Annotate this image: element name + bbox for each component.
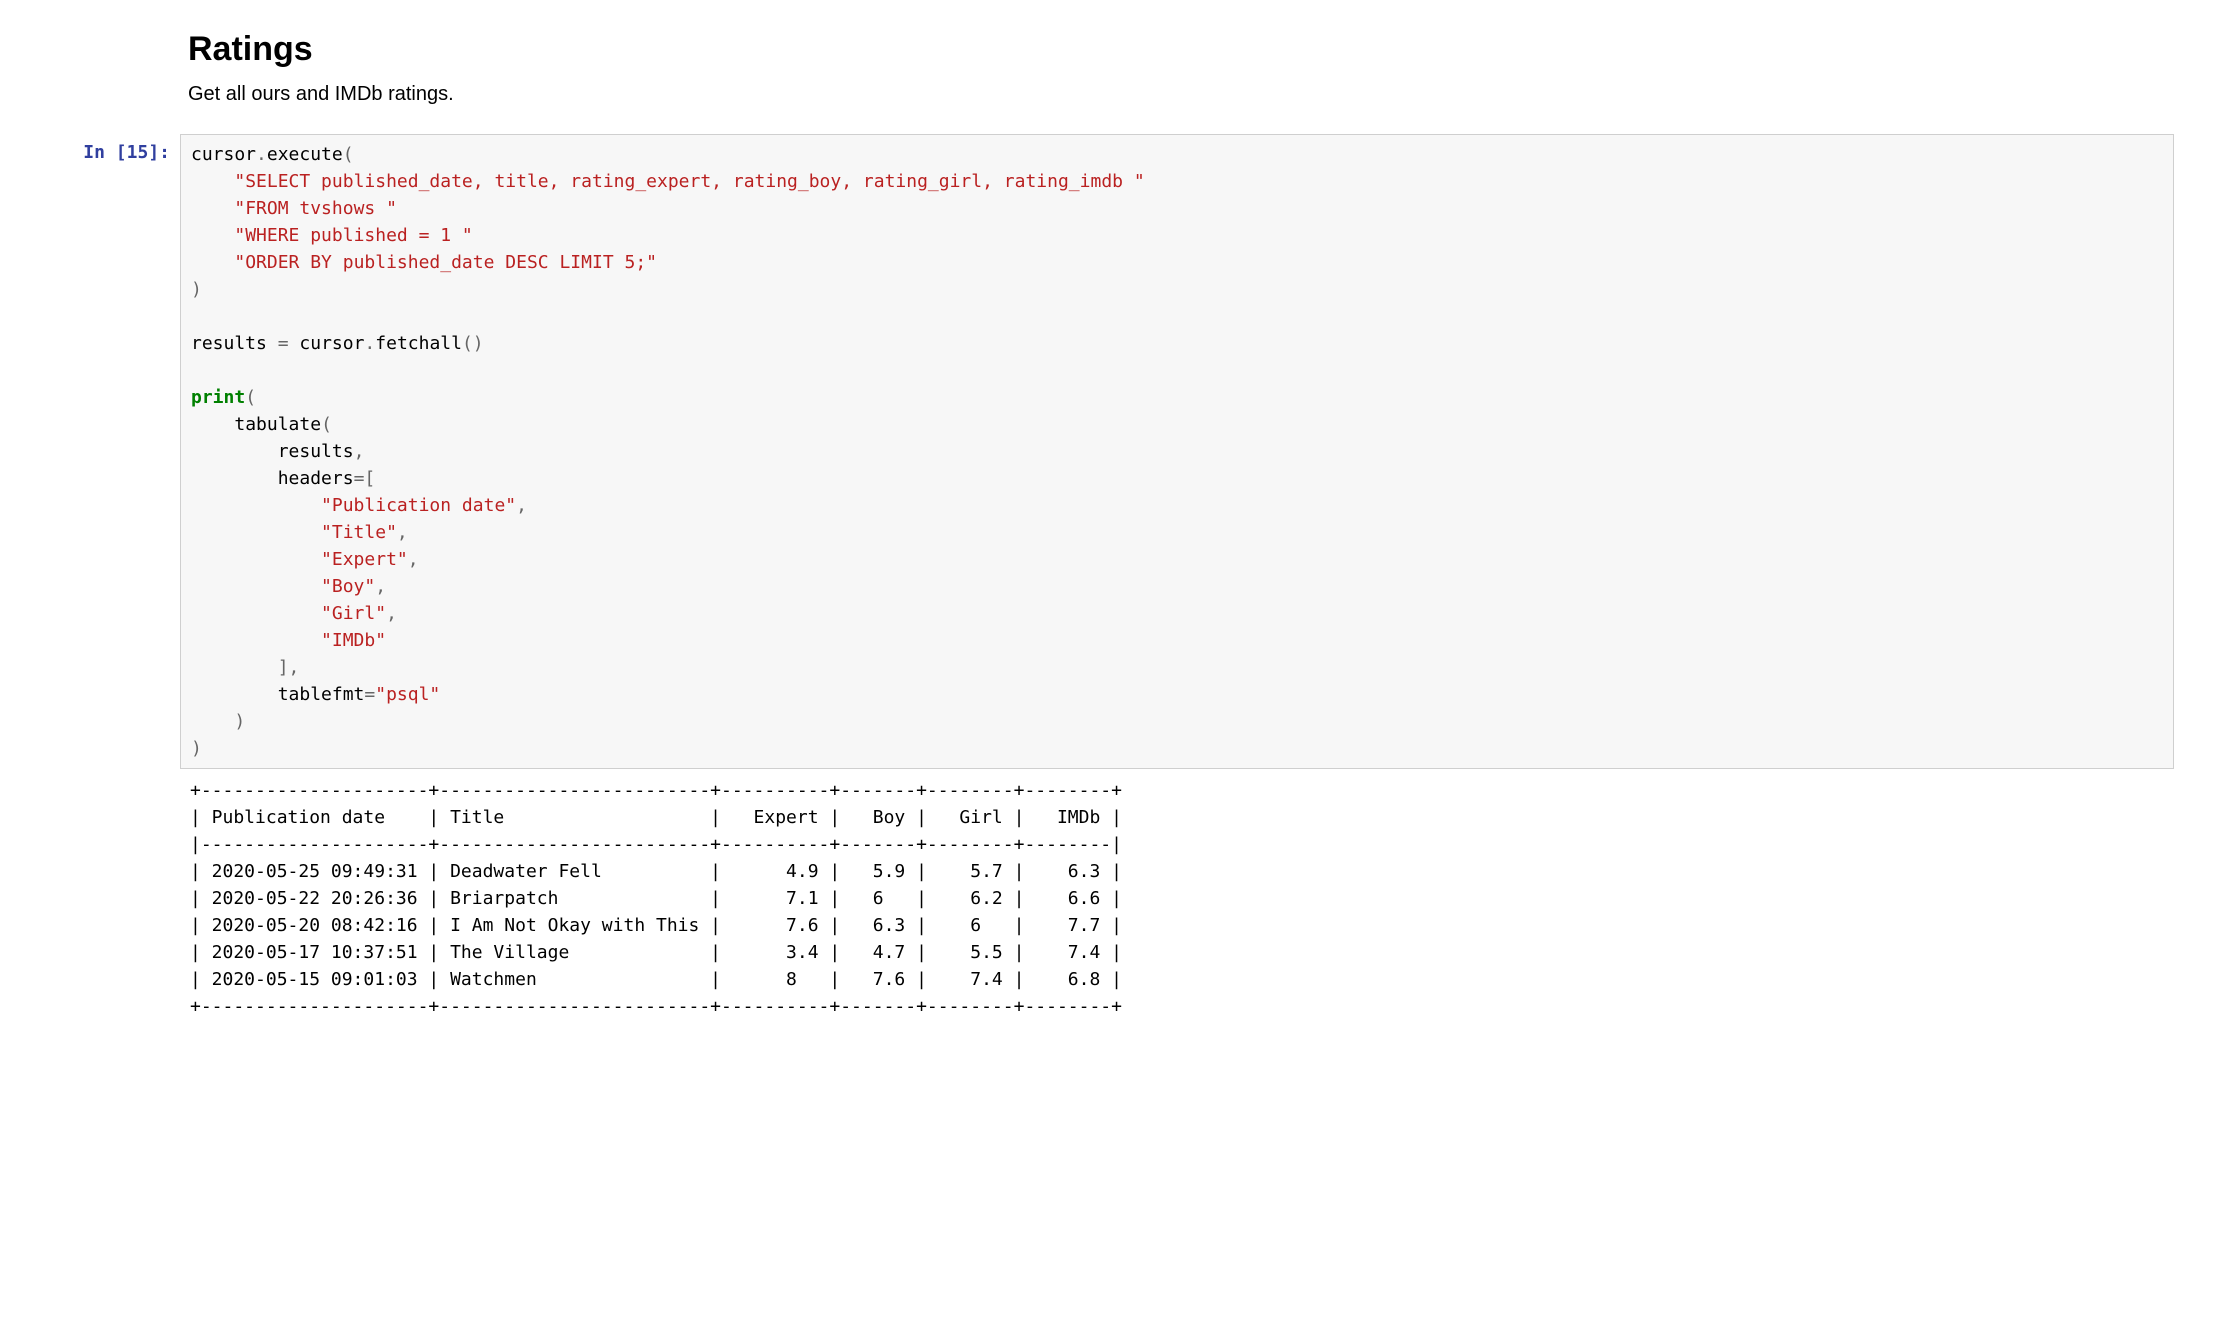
code-output: +---------------------+-----------------… [190, 777, 2164, 1020]
code-source[interactable]: cursor.execute( "SELECT published_date, … [191, 141, 2163, 762]
output-cell: +---------------------+-----------------… [40, 775, 2174, 1022]
code-cell: In [15]: cursor.execute( "SELECT publish… [40, 134, 2174, 769]
section-heading: Ratings [188, 30, 2134, 69]
input-prompt: In [15]: [40, 134, 180, 163]
markdown-cell: Ratings Get all ours and IMDb ratings. [188, 30, 2134, 106]
notebook: Ratings Get all ours and IMDb ratings. I… [0, 0, 2214, 1082]
code-output-area: +---------------------+-----------------… [180, 775, 2174, 1022]
code-input-area[interactable]: cursor.execute( "SELECT published_date, … [180, 134, 2174, 769]
section-description: Get all ours and IMDb ratings. [188, 83, 2134, 106]
